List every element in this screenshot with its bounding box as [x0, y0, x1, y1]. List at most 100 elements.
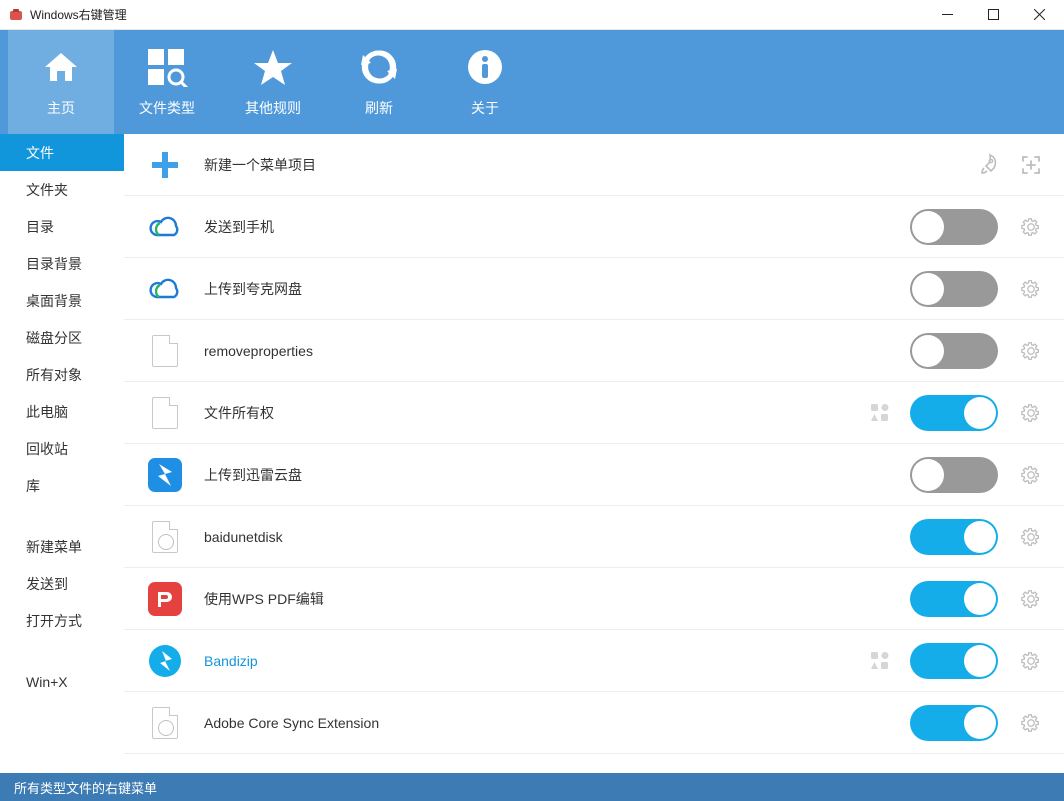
- enable-toggle[interactable]: [910, 581, 998, 617]
- xunlei-icon: [148, 458, 182, 492]
- toolbar-filetypes-label: 文件类型: [139, 98, 195, 118]
- star-icon: [252, 46, 294, 88]
- sidebar-item-file[interactable]: 文件: [0, 134, 124, 171]
- gear-icon[interactable]: [1018, 276, 1044, 302]
- gear-icon[interactable]: [1018, 214, 1044, 240]
- new-menu-item-row[interactable]: 新建一个菜单项目: [124, 134, 1064, 196]
- tiles-search-icon: [146, 46, 188, 88]
- toolbar-other[interactable]: 其他规则: [220, 30, 326, 134]
- toggle-knob: [912, 335, 944, 367]
- item-label: Bandizip: [204, 653, 868, 669]
- sidebar-item-label: 库: [26, 476, 40, 496]
- sidebar-item-winx[interactable]: Win+X: [0, 663, 124, 700]
- toolbar: 主页 文件类型 其他规则 刷新 关于: [0, 30, 1064, 134]
- gear-icon[interactable]: [1018, 524, 1044, 550]
- gear-icon[interactable]: [1018, 586, 1044, 612]
- maximize-button[interactable]: [970, 0, 1016, 30]
- item-label: 上传到迅雷云盘: [204, 465, 910, 485]
- list-item[interactable]: 上传到迅雷云盘: [124, 444, 1064, 506]
- sidebar-item-label: 磁盘分区: [26, 328, 82, 348]
- gear-icon[interactable]: [1018, 338, 1044, 364]
- enable-toggle[interactable]: [910, 271, 998, 307]
- info-icon: [467, 46, 503, 88]
- sidebar-item-label: 此电脑: [26, 402, 68, 422]
- gear-icon[interactable]: [1018, 648, 1044, 674]
- enable-toggle[interactable]: [910, 395, 998, 431]
- enable-toggle[interactable]: [910, 705, 998, 741]
- window-title: Windows右键管理: [30, 6, 127, 23]
- item-label: removeproperties: [204, 343, 910, 359]
- toolbar-refresh-label: 刷新: [365, 98, 393, 118]
- list-item[interactable]: Adobe Core Sync Extension: [124, 692, 1064, 754]
- sidebar-item-label: 目录: [26, 217, 54, 237]
- list-item[interactable]: removeproperties: [124, 320, 1064, 382]
- content-wrap: 新建一个菜单项目 发送到手机上传到夸克网盘 removeproperties 文件所…: [124, 134, 1064, 773]
- toolbar-refresh[interactable]: 刷新: [326, 30, 432, 134]
- title-bar: Windows右键管理: [0, 0, 1064, 30]
- docgear-icon: [148, 520, 182, 554]
- item-label: 文件所有权: [204, 403, 868, 423]
- window-buttons: [924, 0, 1062, 30]
- content-list[interactable]: 新建一个菜单项目 发送到手机上传到夸克网盘 removeproperties 文件所…: [124, 134, 1064, 773]
- item-label: baidunetdisk: [204, 529, 910, 545]
- item-label: Adobe Core Sync Extension: [204, 715, 910, 731]
- sidebar-item-library[interactable]: 库: [0, 467, 124, 504]
- docgear-icon: [148, 706, 182, 740]
- enable-toggle[interactable]: [910, 457, 998, 493]
- toolbar-about[interactable]: 关于: [432, 30, 538, 134]
- list-item[interactable]: 使用WPS PDF编辑: [124, 568, 1064, 630]
- sidebar: 文件 文件夹 目录 目录背景 桌面背景 磁盘分区 所有对象 此电脑 回收站 库 …: [0, 134, 124, 773]
- sidebar-item-thispc[interactable]: 此电脑: [0, 393, 124, 430]
- gear-icon[interactable]: [1018, 710, 1044, 736]
- sidebar-item-deskbg[interactable]: 桌面背景: [0, 282, 124, 319]
- enable-toggle[interactable]: [910, 209, 998, 245]
- add-target-icon[interactable]: [1018, 152, 1044, 178]
- cloud-icon: [148, 272, 182, 306]
- minimize-button[interactable]: [924, 0, 970, 30]
- enable-toggle[interactable]: [910, 519, 998, 555]
- rocket-icon[interactable]: [976, 152, 1002, 178]
- sidebar-item-recycle[interactable]: 回收站: [0, 430, 124, 467]
- sidebar-item-diskpart[interactable]: 磁盘分区: [0, 319, 124, 356]
- sidebar-item-label: 回收站: [26, 439, 68, 459]
- list-item[interactable]: 文件所有权: [124, 382, 1064, 444]
- status-bar: 所有类型文件的右键菜单: [0, 773, 1064, 801]
- toggle-knob: [912, 273, 944, 305]
- enable-toggle[interactable]: [910, 333, 998, 369]
- bandizip-icon: [148, 644, 182, 678]
- sidebar-item-label: 桌面背景: [26, 291, 82, 311]
- toggle-knob: [964, 707, 996, 739]
- sidebar-item-label: 新建菜单: [26, 537, 82, 557]
- enable-toggle[interactable]: [910, 643, 998, 679]
- sidebar-item-newmenu[interactable]: 新建菜单: [0, 528, 124, 565]
- sidebar-item-label: 所有对象: [26, 365, 82, 385]
- shapes-icon[interactable]: [868, 649, 892, 673]
- list-item[interactable]: Bandizip: [124, 630, 1064, 692]
- sidebar-item-dirbg[interactable]: 目录背景: [0, 245, 124, 282]
- gear-icon[interactable]: [1018, 462, 1044, 488]
- sidebar-divider: [0, 504, 124, 528]
- list-item[interactable]: 发送到手机: [124, 196, 1064, 258]
- list-item[interactable]: 上传到夸克网盘: [124, 258, 1064, 320]
- close-button[interactable]: [1016, 0, 1062, 30]
- toggle-knob: [964, 583, 996, 615]
- toggle-knob: [912, 459, 944, 491]
- shapes-icon[interactable]: [868, 401, 892, 425]
- toggle-knob: [964, 645, 996, 677]
- sidebar-item-label: 发送到: [26, 574, 68, 594]
- sidebar-item-dir[interactable]: 目录: [0, 208, 124, 245]
- toolbar-home[interactable]: 主页: [8, 30, 114, 134]
- gear-icon[interactable]: [1018, 400, 1044, 426]
- doc-icon: [148, 396, 182, 430]
- sidebar-item-allobj[interactable]: 所有对象: [0, 356, 124, 393]
- cloud-icon: [148, 210, 182, 244]
- sidebar-item-sendto[interactable]: 发送到: [0, 565, 124, 602]
- toolbar-filetypes[interactable]: 文件类型: [114, 30, 220, 134]
- item-label: 使用WPS PDF编辑: [204, 589, 910, 609]
- refresh-icon: [359, 46, 399, 88]
- list-item[interactable]: baidunetdisk: [124, 506, 1064, 568]
- sidebar-item-openwith[interactable]: 打开方式: [0, 602, 124, 639]
- sidebar-item-label: 打开方式: [26, 611, 82, 631]
- sidebar-item-folder[interactable]: 文件夹: [0, 171, 124, 208]
- doc-icon: [148, 334, 182, 368]
